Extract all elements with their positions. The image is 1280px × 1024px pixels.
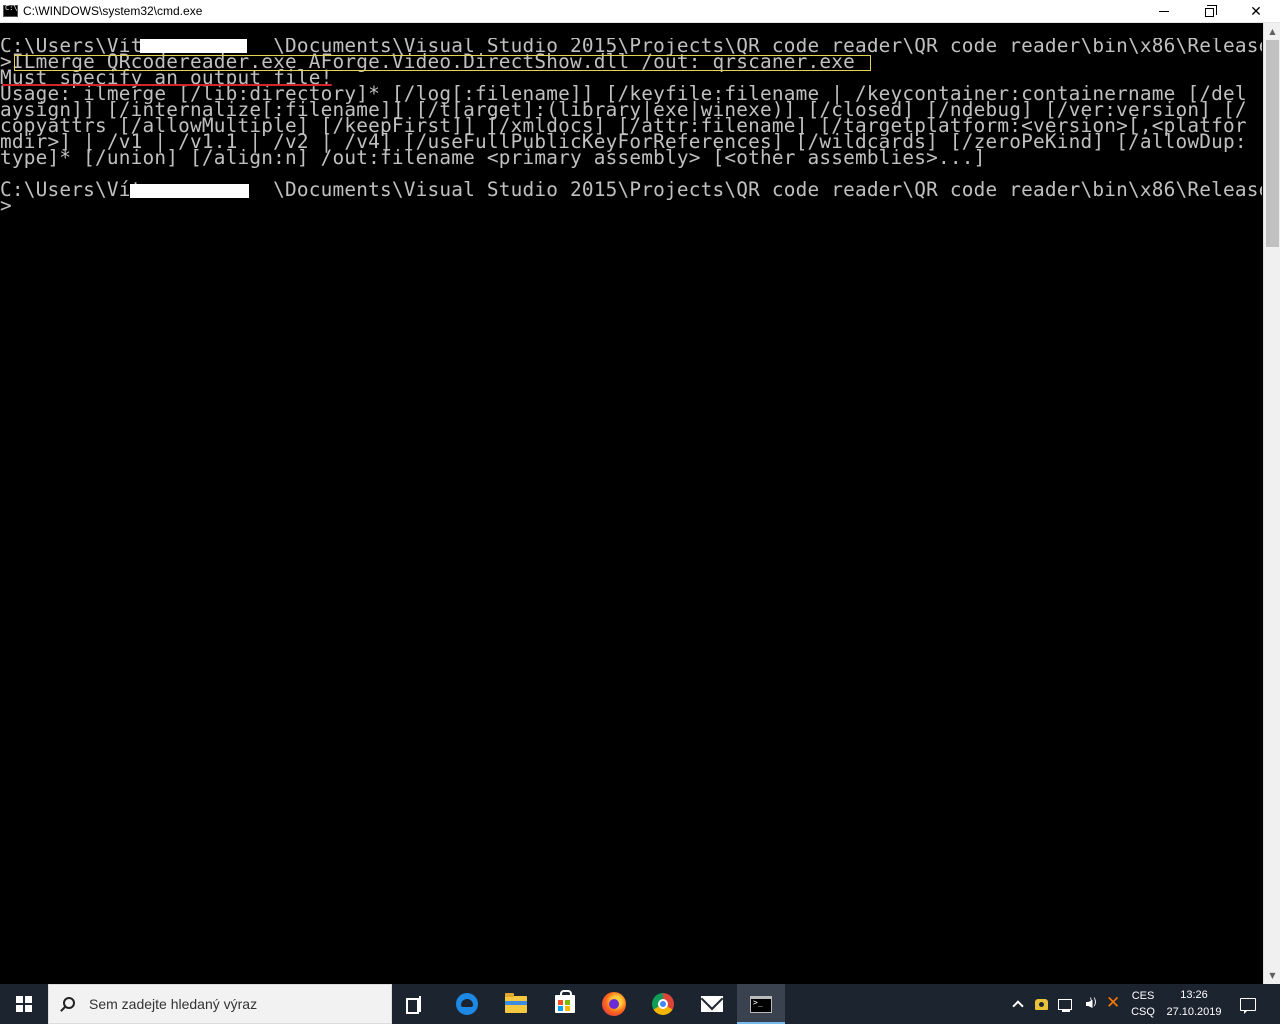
close-icon: ✕ (1250, 3, 1262, 20)
search-box[interactable]: Sem zadejte hledaný výraz (48, 984, 392, 1024)
mail-icon (701, 996, 723, 1012)
phone-icon (1034, 998, 1048, 1010)
task-view-icon (406, 996, 426, 1014)
console-line: type]* [/union] [/align:n] /out:filename… (0, 146, 986, 169)
task-view-button[interactable] (392, 984, 440, 1024)
error-underline (2, 84, 332, 86)
chrome-icon (652, 993, 674, 1015)
redaction-bar (140, 39, 247, 53)
restore-icon (1204, 5, 1217, 17)
minimize-button[interactable] (1141, 0, 1187, 23)
start-button[interactable] (0, 984, 48, 1024)
clock-date: 27.10.2019 (1166, 1006, 1222, 1018)
scroll-down-button[interactable]: ▼ (1264, 967, 1280, 984)
minimize-icon (1159, 11, 1169, 12)
console-line: > (0, 194, 12, 217)
cmd-app-icon[interactable] (3, 4, 18, 17)
keyboard-layout: CSQ (1131, 1006, 1155, 1018)
store-button[interactable] (541, 984, 589, 1024)
maximize-button[interactable] (1187, 0, 1233, 23)
edge-icon (456, 993, 478, 1015)
volume-waves-icon: )) (1089, 997, 1097, 1008)
language-code: CES (1131, 990, 1155, 1002)
scroll-thumb[interactable] (1266, 40, 1279, 247)
network-tray-button[interactable] (1055, 984, 1075, 1024)
search-placeholder: Sem zadejte hledaný výraz (89, 996, 258, 1012)
notification-icon (1240, 997, 1256, 1014)
store-icon (555, 990, 575, 1013)
notifications-button[interactable] (1232, 984, 1264, 1024)
phone-tray-button[interactable] (1031, 984, 1051, 1024)
redaction-bar (130, 184, 249, 198)
network-icon (1058, 998, 1072, 1012)
firefox-icon (602, 992, 626, 1016)
console-output[interactable]: C:\Users\Vít \Documents\Visual Studio 20… (0, 38, 1262, 978)
volume-tray-button[interactable]: )) (1079, 984, 1099, 1024)
close-button[interactable]: ✕ (1233, 0, 1279, 23)
mail-button[interactable] (688, 984, 736, 1024)
firefox-button[interactable] (590, 984, 638, 1024)
chrome-button[interactable] (639, 984, 687, 1024)
avast-icon (1105, 993, 1121, 1013)
windows-logo-icon (16, 996, 32, 1012)
clock-time: 13:26 (1180, 989, 1208, 1001)
chevron-down-icon: ▼ (1269, 971, 1276, 980)
chevron-up-icon: ▲ (1269, 27, 1276, 36)
language-indicator[interactable]: CES CSQ (1127, 984, 1159, 1024)
show-hidden-icons-button[interactable] (1008, 984, 1028, 1024)
edge-button[interactable] (443, 984, 491, 1024)
cmd-icon (750, 995, 772, 1013)
title-bar: C:\WINDOWS\system32\cmd.exe ✕ (0, 0, 1280, 23)
taskbar: Sem zadejte hledaný výraz )) CES CSQ 13:… (0, 984, 1280, 1024)
command-highlight-box (14, 55, 871, 71)
clock[interactable]: 13:26 27.10.2019 (1163, 984, 1225, 1024)
chevron-up-icon (1012, 1000, 1024, 1012)
folder-icon (505, 992, 527, 1013)
window-title: C:\WINDOWS\system32\cmd.exe (23, 4, 203, 18)
scroll-up-button[interactable]: ▲ (1264, 23, 1280, 40)
vertical-scrollbar[interactable]: ▲ ▼ (1263, 23, 1280, 984)
avast-tray-button[interactable] (1103, 984, 1123, 1024)
search-icon (63, 997, 75, 1009)
file-explorer-button[interactable] (492, 984, 540, 1024)
cmd-taskbar-button[interactable] (737, 984, 785, 1024)
